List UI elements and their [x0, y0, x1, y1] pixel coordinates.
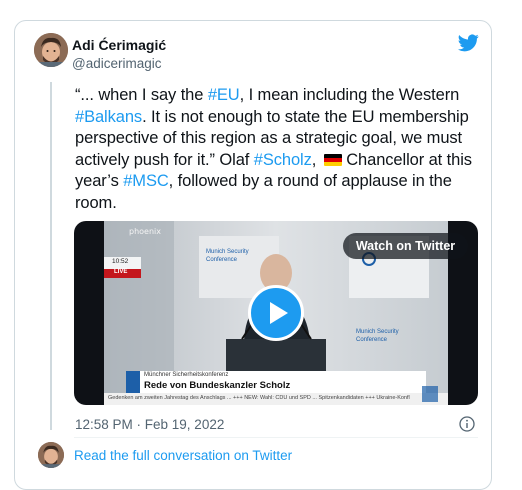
- tweet-text-segment: , I mean including the Western: [239, 86, 460, 104]
- author-avatar[interactable]: [34, 33, 68, 67]
- hashtag-msc-link[interactable]: #MSC: [123, 172, 169, 190]
- germany-flag-icon: [323, 153, 342, 166]
- hashtag-scholz-link[interactable]: #Scholz: [254, 151, 312, 169]
- tweet-text-segment: “... when I say the: [75, 86, 208, 104]
- tweet-timestamp[interactable]: 12:58 PM · Feb 19, 2022: [75, 417, 224, 432]
- watch-on-twitter-button[interactable]: Watch on Twitter: [343, 233, 468, 259]
- channel-logo: phoenix: [129, 227, 161, 236]
- news-ticker: Gedenken am zweiten Jahrestag des Anschl…: [108, 395, 410, 401]
- thread-line: [50, 82, 52, 430]
- hashtag-balkans-link[interactable]: #Balkans: [75, 108, 142, 126]
- footer-divider: [74, 437, 478, 438]
- live-badge: LIVE: [114, 269, 128, 275]
- lower-third-title: Rede von Bundeskanzler Scholz: [144, 380, 291, 391]
- hashtag-eu-link[interactable]: #EU: [208, 86, 240, 104]
- lower-third-subtitle: Münchner Sicherheitskonferenz: [144, 372, 229, 378]
- tweet-text: “... when I say the #EU, I mean includin…: [75, 85, 485, 215]
- stage-text: Munich Security: [356, 329, 399, 335]
- stage-text: Conference: [206, 257, 238, 263]
- info-icon[interactable]: [459, 416, 475, 432]
- stage-text: Munich Security: [206, 249, 249, 255]
- tweet-text-segment: ,: [311, 150, 321, 169]
- author-name[interactable]: Adi Ćerimagić: [72, 37, 166, 53]
- author-handle[interactable]: @adicerimagic: [72, 56, 161, 71]
- twitter-bird-icon[interactable]: [458, 34, 479, 52]
- video-clock: 10:52: [112, 258, 129, 265]
- play-icon: [270, 302, 288, 324]
- play-button[interactable]: [248, 285, 304, 341]
- thread-avatar[interactable]: [38, 442, 64, 468]
- stage-text: Conference: [356, 337, 388, 343]
- read-conversation-link[interactable]: Read the full conversation on Twitter: [74, 448, 292, 463]
